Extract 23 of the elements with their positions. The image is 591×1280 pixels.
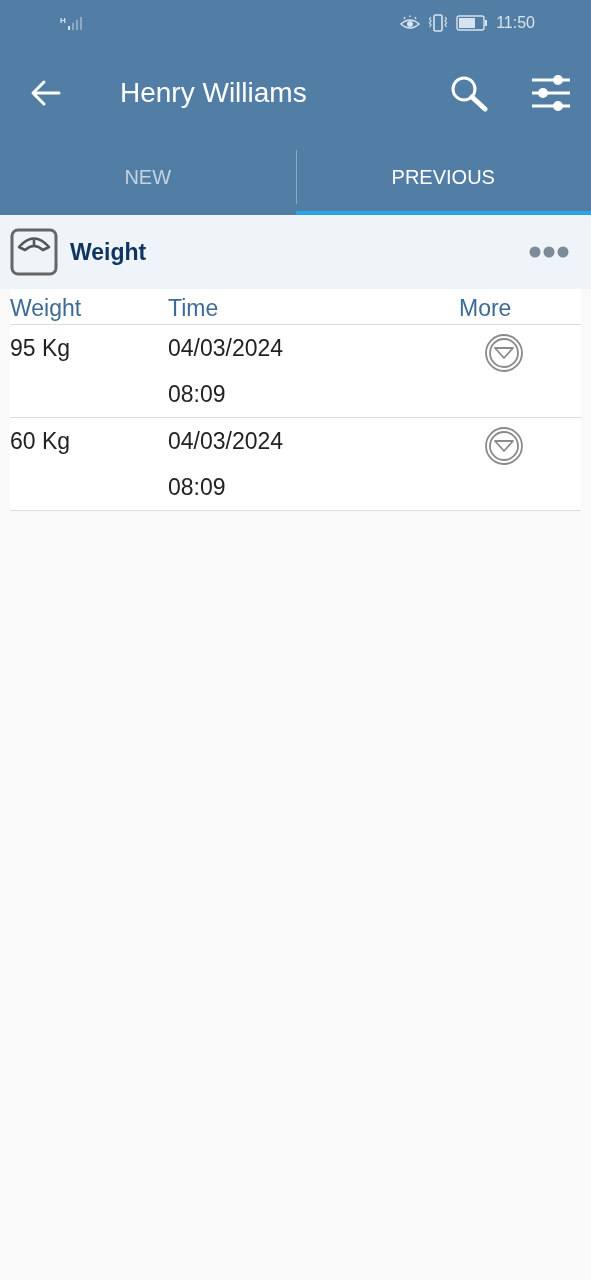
eye-icon: [400, 14, 421, 31]
time-cell-text: 08:09: [168, 473, 226, 502]
expand-button[interactable]: [484, 426, 524, 466]
expand-button[interactable]: [484, 333, 524, 373]
column-header: Weight: [10, 294, 83, 323]
date-cell-text: 04/03/2024: [168, 427, 284, 456]
page-title: Henry Williams: [120, 76, 308, 109]
filter-button[interactable]: [531, 74, 571, 111]
card-title: Weight: [70, 238, 148, 266]
column-header: More: [459, 294, 513, 323]
tab[interactable]: NEW: [0, 140, 296, 215]
table-cell: 60 Kg: [10, 428, 71, 454]
more-options-button[interactable]: [529, 246, 569, 258]
vibrate-icon: [428, 13, 449, 32]
date-cell-text: 04/03/2024: [168, 334, 284, 363]
scale-icon: [10, 228, 58, 276]
table-cell: 95 Kg: [10, 335, 71, 361]
clock-time: 11:50: [496, 13, 535, 32]
network-type-label: H: [60, 15, 66, 25]
time-cell-text: 08:09: [168, 380, 226, 409]
column-header: Time: [168, 294, 220, 323]
battery-icon: [456, 14, 489, 31]
back-button[interactable]: [30, 78, 62, 107]
